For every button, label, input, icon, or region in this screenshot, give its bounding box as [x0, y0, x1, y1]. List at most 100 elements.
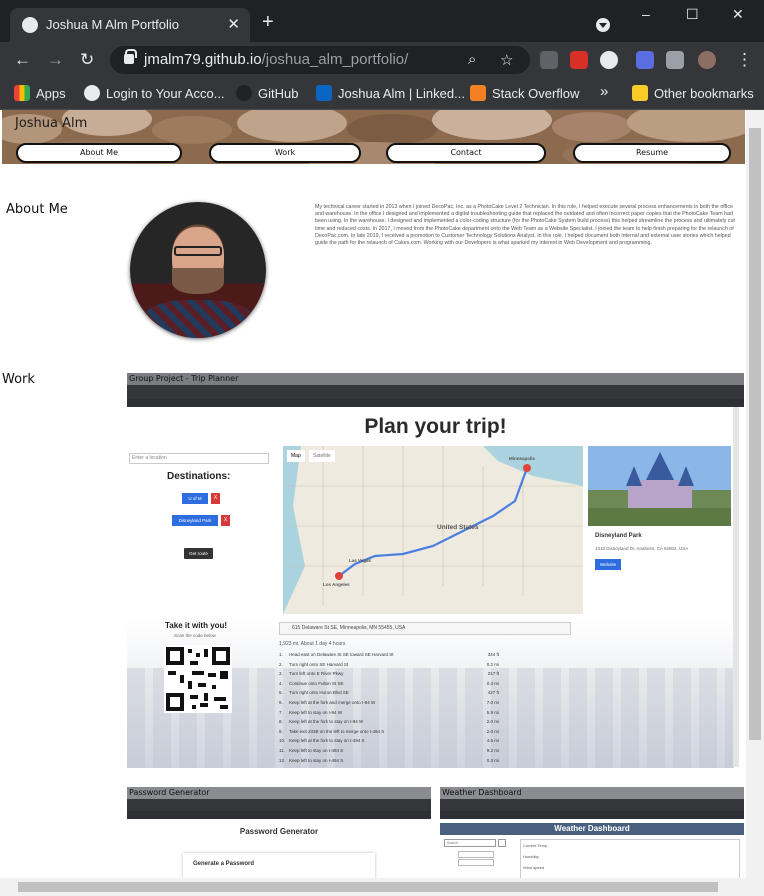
direction-step-number: 8.: [279, 719, 283, 725]
profile-avatar[interactable]: [698, 51, 716, 69]
tab-search-icon[interactable]: [596, 18, 610, 32]
puzzle-extensions-icon[interactable]: [666, 51, 684, 69]
folder-icon: [632, 85, 648, 101]
map-tab-satellite: Satellite: [309, 450, 335, 462]
map-label-country: United States: [437, 524, 479, 531]
back-button[interactable]: ←: [14, 50, 31, 70]
card-title: Weather Dashboard: [440, 787, 744, 799]
github-icon: [236, 85, 252, 101]
direction-step-distance: 5.9 mi: [486, 709, 499, 715]
project-title: Group Project - Trip Planner: [127, 373, 744, 385]
project-password-generator[interactable]: Password Generator Password Generator Ge…: [127, 787, 431, 878]
extension-b-icon[interactable]: [636, 51, 654, 69]
photo-beard: [172, 268, 224, 294]
project-trip-planner[interactable]: Group Project - Trip Planner Plan your t…: [127, 373, 744, 774]
bookmark-login[interactable]: Login to Your Acco...: [84, 85, 225, 103]
direction-step-number: 2.: [279, 661, 283, 667]
password-page-title: Password Generator: [239, 827, 319, 836]
page-hscroll-thumb[interactable]: [18, 882, 718, 892]
place-photo: [588, 446, 731, 526]
direction-step-text: Turn right onto SE Harvard St: [289, 661, 349, 667]
tab-portfolio[interactable]: Joshua M Alm Portfolio ✕: [10, 8, 250, 42]
card-screenshot-bookmarks: [440, 811, 744, 819]
header-rock: [152, 116, 232, 144]
dropbox-extension-icon[interactable]: [540, 51, 558, 69]
direction-step-text: Keep left to stay on I-494 S: [289, 748, 344, 753]
minimize-button[interactable]: –: [642, 6, 650, 22]
header-rock: [627, 110, 745, 142]
maximize-button[interactable]: ☐: [686, 6, 699, 23]
extension-a-icon[interactable]: [600, 51, 618, 69]
direction-step-text: Keep left to stay on I-94 W: [289, 709, 343, 715]
bookmark-star-icon[interactable]: ☆: [500, 51, 513, 69]
lock-icon[interactable]: [124, 49, 137, 64]
bookmark-linkedin[interactable]: Joshua Alm | Linked...: [316, 85, 465, 103]
forward-button[interactable]: →: [47, 50, 64, 70]
route-summary: 1,923 mi. About 1 day 4 hours: [279, 641, 346, 647]
globe-icon: [84, 85, 100, 101]
destination-chip: Disneyland Park: [172, 515, 218, 526]
new-tab-button[interactable]: +: [262, 12, 274, 32]
directions-area: Take it with you! Scan the code below 61…: [127, 618, 734, 768]
weather-field: Wind speed: [523, 865, 545, 870]
place-name: Disneyland Park: [595, 533, 642, 539]
nav-resume[interactable]: Resume: [573, 143, 731, 163]
tab-title: Joshua M Alm Portfolio: [46, 17, 179, 32]
route-map: Map Satellite United States Minneapolis …: [283, 446, 583, 614]
route-map-drawing: [283, 446, 583, 614]
qr-finder-inner: [170, 651, 180, 661]
castle-turret: [626, 466, 642, 486]
bookmark-apps[interactable]: Apps: [14, 85, 66, 103]
castle-ground: [588, 508, 731, 526]
close-window-button[interactable]: ✕: [732, 6, 744, 23]
card-screenshot-chrome: [127, 799, 431, 819]
nav-contact[interactable]: Contact: [386, 143, 546, 163]
project-weather-dashboard[interactable]: Weather Dashboard Weather Dashboard Sear…: [440, 787, 744, 878]
nav-work[interactable]: Work: [209, 143, 361, 163]
address-bar[interactable]: jmalm79.github.io/joshua_alm_portfolio/ …: [110, 46, 530, 74]
about-text: My technical career started in 2013 when…: [315, 204, 735, 247]
browser-chrome: Joshua M Alm Portfolio ✕ + – ☐ ✕ ← → ↻ j…: [0, 0, 764, 110]
direction-step-number: 6.: [279, 700, 283, 705]
marker-disneyland: [335, 572, 343, 580]
map-label-city: Minneapolis: [509, 456, 536, 461]
castle-illustration: [588, 452, 731, 526]
map-label-city: Las Vegas: [349, 558, 372, 563]
direction-step-number: 5.: [279, 690, 283, 696]
zoom-icon[interactable]: ⌕: [468, 51, 476, 68]
direction-step-text: Turn right onto Huron Blvd SE: [289, 690, 349, 696]
direction-step: 8. Keep left at the fork to stay on I-94 …: [279, 718, 499, 726]
qr-finder-inner: [170, 697, 180, 707]
password-panel: Generate a Password: [183, 853, 375, 878]
url-text[interactable]: jmalm79.github.io/joshua_alm_portfolio/: [144, 51, 408, 68]
direction-step-number: 12.: [279, 757, 286, 763]
direction-step-number: 10.: [279, 738, 286, 744]
weather-page-title: Weather Dashboard: [440, 823, 744, 835]
bookmarks-overflow-button[interactable]: »: [600, 83, 608, 101]
other-bookmarks[interactable]: Other bookmarks: [632, 85, 754, 103]
direction-step-distance: 0.3 mi: [486, 680, 499, 686]
trip-page-title: Plan your trip!: [364, 415, 507, 438]
direction-step-number: 1.: [279, 652, 283, 657]
about-heading: About Me: [6, 202, 68, 217]
reload-button[interactable]: ↻: [80, 50, 94, 70]
direction-step: 4. Continue onto Fulton St SE 0.3 mi: [279, 680, 499, 688]
tab-strip: Joshua M Alm Portfolio ✕ + – ☐ ✕: [0, 0, 764, 42]
menu-kebab-icon[interactable]: ⋮: [736, 50, 753, 70]
photo-shirt: [142, 300, 254, 338]
work-heading: Work: [2, 372, 35, 387]
profile-photo: [130, 202, 266, 338]
bookmark-github[interactable]: GitHub: [236, 85, 298, 103]
video-extension-icon[interactable]: [570, 51, 588, 69]
apps-grid-icon: [14, 85, 30, 101]
page-scroll-thumb[interactable]: [749, 128, 761, 740]
bookmark-stackoverflow[interactable]: Stack Overflow: [470, 85, 579, 103]
nav-about-me[interactable]: About Me: [16, 143, 182, 163]
page-horizontal-scrollbar[interactable]: [0, 878, 746, 896]
project-screenshot-bookmarks: [127, 399, 744, 407]
page-vertical-scrollbar[interactable]: [746, 110, 764, 896]
stackoverflow-icon: [470, 85, 486, 101]
linkedin-icon: [316, 85, 332, 101]
close-tab-icon[interactable]: ✕: [227, 15, 240, 33]
direction-step-distance: 0.3 mi: [486, 757, 499, 763]
